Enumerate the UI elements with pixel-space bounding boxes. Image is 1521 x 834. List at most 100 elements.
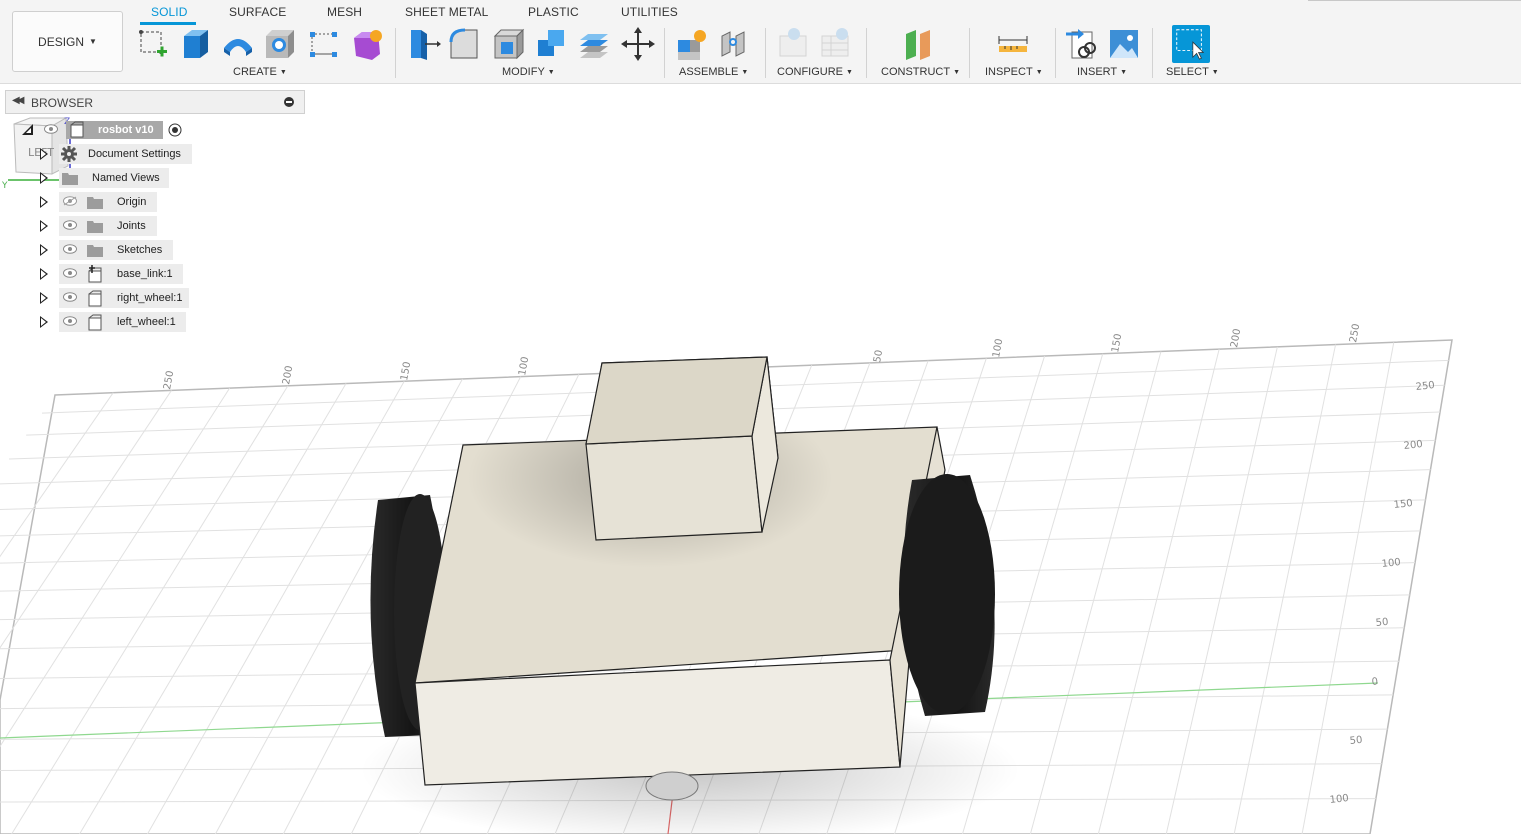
browser-title: BROWSER <box>31 96 94 110</box>
tab-mesh[interactable]: MESH <box>327 5 362 19</box>
browser-item-label: Named Views <box>92 172 160 184</box>
construct-plane-icon[interactable] <box>902 26 938 62</box>
create-sketch-icon[interactable] <box>136 26 172 62</box>
browser-item-origin[interactable]: Origin <box>0 192 200 212</box>
browser-root-item[interactable]: rosbot v10 <box>0 120 200 140</box>
configure-parameters-icon[interactable] <box>776 26 812 62</box>
modify-menu-label: MODIFY <box>502 66 545 78</box>
grid-tick-label: 200 <box>1403 439 1423 452</box>
visibility-eye-icon[interactable] <box>63 316 77 326</box>
tab-sheet-metal[interactable]: SHEET METAL <box>405 5 488 19</box>
browser-item-left-wheel[interactable]: left_wheel:1 <box>0 312 200 332</box>
select-icon[interactable] <box>1172 25 1210 63</box>
toolbar-separator <box>1055 28 1056 78</box>
assemble-menu[interactable]: ASSEMBLE ▼ <box>679 66 748 78</box>
component-anchor-icon <box>88 265 102 283</box>
expand-triangle-icon[interactable] <box>40 196 48 208</box>
sensor-box-body[interactable] <box>585 356 779 541</box>
grid-tick-label: 100 <box>1381 557 1401 570</box>
browser-panel-header: ◀◀ BROWSER <box>5 90 305 114</box>
browser-item-label: Sketches <box>117 244 163 256</box>
visibility-eye-icon[interactable] <box>63 244 77 254</box>
component-icon <box>70 121 84 138</box>
grid-tick-label: 50 <box>1349 735 1363 747</box>
expand-triangle-icon[interactable] <box>40 292 48 304</box>
modify-menu[interactable]: MODIFY ▼ <box>502 66 555 78</box>
construct-menu-label: CONSTRUCT <box>881 66 951 78</box>
expand-triangle-icon[interactable] <box>40 172 48 184</box>
tab-utilities[interactable]: UTILITIES <box>621 5 678 19</box>
insert-menu-label: INSERT <box>1077 66 1118 78</box>
browser-item-document-settings[interactable]: Document Settings <box>0 144 200 164</box>
tab-plastic[interactable]: PLASTIC <box>528 5 579 19</box>
browser-item-named-views[interactable]: Named Views <box>0 168 200 188</box>
expand-triangle-icon[interactable] <box>40 220 48 232</box>
workspace-switcher-button[interactable]: DESIGN ▼ <box>12 11 123 72</box>
press-pull-icon[interactable] <box>405 26 441 62</box>
chevron-down-icon: ▼ <box>89 37 97 46</box>
combine-icon[interactable] <box>534 26 570 62</box>
insert-menu[interactable]: INSERT ▼ <box>1077 66 1127 78</box>
visibility-eye-icon[interactable] <box>63 220 77 230</box>
expand-triangle-icon[interactable] <box>40 148 48 160</box>
collapse-triangle-icon[interactable] <box>22 124 34 136</box>
pattern-icon[interactable] <box>306 26 342 62</box>
visibility-eye-icon[interactable] <box>44 124 58 134</box>
insert-canvas-icon[interactable] <box>1106 26 1142 62</box>
visibility-eye-icon[interactable] <box>63 268 77 278</box>
select-menu[interactable]: SELECT ▼ <box>1166 66 1219 78</box>
toolbar-separator <box>395 28 396 78</box>
configure-table-icon[interactable] <box>818 26 854 62</box>
expand-triangle-icon[interactable] <box>40 244 48 256</box>
construct-menu[interactable]: CONSTRUCT ▼ <box>881 66 960 78</box>
visibility-eye-icon[interactable] <box>63 292 77 302</box>
hole-icon[interactable] <box>262 26 298 62</box>
toolbar: DESIGN ▼ SOLID SURFACE MESH SHEET METAL … <box>0 0 1521 84</box>
toolbar-separator <box>765 28 766 78</box>
grid-tick-label: 200 <box>1229 328 1243 349</box>
move-icon[interactable] <box>620 26 656 62</box>
grid-tick-label: 100 <box>1329 793 1349 806</box>
toolbar-edge <box>1308 0 1521 1</box>
grid-tick-label: 100 <box>991 338 1005 359</box>
component-icon <box>88 314 102 331</box>
collapse-panel-icon[interactable]: ◀◀ <box>12 95 25 106</box>
tab-solid[interactable]: SOLID <box>151 5 188 19</box>
create-menu[interactable]: CREATE ▼ <box>233 66 287 78</box>
offset-face-icon[interactable] <box>576 26 612 62</box>
expand-triangle-icon[interactable] <box>40 316 48 328</box>
grid-tick-label: 50 <box>872 349 885 363</box>
fillet-icon[interactable] <box>447 26 483 62</box>
measure-icon[interactable] <box>995 26 1031 62</box>
browser-item-sketches[interactable]: Sketches <box>0 240 200 260</box>
browser-item-base-link[interactable]: base_link:1 <box>0 264 200 284</box>
inspect-menu-label: INSPECT <box>985 66 1033 78</box>
grid-tick-label: 50 <box>1375 617 1389 629</box>
gear-icon <box>61 146 77 162</box>
inspect-menu[interactable]: INSPECT ▼ <box>985 66 1043 78</box>
browser-item-joints[interactable]: Joints <box>0 216 200 236</box>
revolve-icon[interactable] <box>220 26 256 62</box>
toolbar-separator <box>664 28 665 78</box>
expand-triangle-icon[interactable] <box>40 268 48 280</box>
browser-item-label: base_link:1 <box>117 268 173 280</box>
insert-derive-icon[interactable] <box>1064 26 1100 62</box>
joint-icon[interactable] <box>716 26 752 62</box>
grid-tick-label: 250 <box>1415 380 1435 393</box>
visibility-hidden-icon[interactable] <box>63 196 77 206</box>
chevron-down-icon: ▼ <box>846 69 853 76</box>
configure-menu[interactable]: CONFIGURE ▼ <box>777 66 853 78</box>
chevron-down-icon: ▼ <box>1211 69 1219 76</box>
chevron-down-icon: ▼ <box>547 69 555 76</box>
shell-icon[interactable] <box>491 26 527 62</box>
browser-item-right-wheel[interactable]: right_wheel:1 <box>0 288 200 308</box>
extrude-icon[interactable] <box>178 26 214 62</box>
browser-item-label: right_wheel:1 <box>117 292 183 304</box>
canvas-viewport[interactable]: 250 200 150 100 50 100 150 200 250 250 2… <box>0 84 1521 834</box>
new-component-icon[interactable] <box>674 26 710 62</box>
create-form-icon[interactable] <box>350 26 386 62</box>
activate-radio-icon[interactable] <box>168 123 182 137</box>
create-menu-label: CREATE <box>233 66 277 78</box>
tab-surface[interactable]: SURFACE <box>229 5 286 19</box>
minimize-icon[interactable] <box>284 97 294 107</box>
